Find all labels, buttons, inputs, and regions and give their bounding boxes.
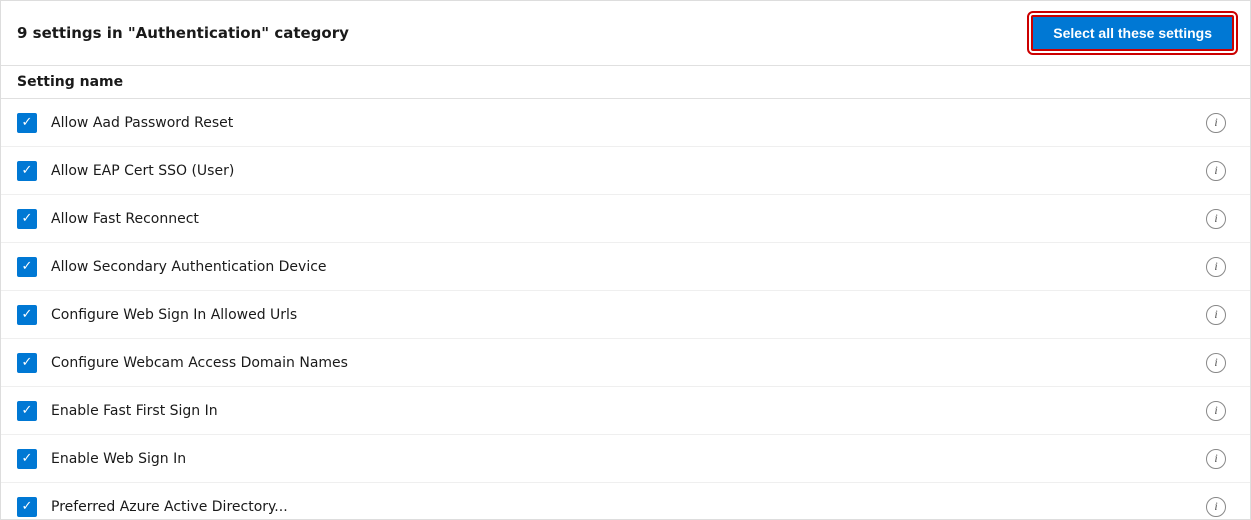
list-item: Configure Webcam Access Domain Names bbox=[1, 339, 1250, 387]
info-icon[interactable] bbox=[1206, 113, 1226, 133]
list-item: Enable Web Sign In bbox=[1, 435, 1250, 483]
list-item: Enable Fast First Sign In bbox=[1, 387, 1250, 435]
settings-list[interactable]: Allow Aad Password Reset Allow EAP Cert S… bbox=[1, 99, 1250, 519]
info-icon[interactable] bbox=[1206, 449, 1226, 469]
setting-checkbox[interactable] bbox=[17, 497, 37, 517]
setting-checkbox[interactable] bbox=[17, 305, 37, 325]
setting-checkbox[interactable] bbox=[17, 353, 37, 373]
list-item: Allow Secondary Authentication Device bbox=[1, 243, 1250, 291]
setting-label: Preferred Azure Active Directory... bbox=[51, 499, 1206, 515]
info-icon[interactable] bbox=[1206, 257, 1226, 277]
column-header: Setting name bbox=[1, 66, 1250, 99]
setting-checkbox[interactable] bbox=[17, 161, 37, 181]
list-item: Configure Web Sign In Allowed Urls bbox=[1, 291, 1250, 339]
setting-label: Allow Fast Reconnect bbox=[51, 211, 1206, 227]
setting-label: Configure Webcam Access Domain Names bbox=[51, 355, 1206, 371]
setting-label: Enable Web Sign In bbox=[51, 451, 1206, 467]
setting-checkbox[interactable] bbox=[17, 257, 37, 277]
setting-checkbox[interactable] bbox=[17, 449, 37, 469]
info-icon[interactable] bbox=[1206, 353, 1226, 373]
setting-label: Configure Web Sign In Allowed Urls bbox=[51, 307, 1206, 323]
main-container: 9 settings in "Authentication" category … bbox=[0, 0, 1251, 520]
header-row: 9 settings in "Authentication" category … bbox=[1, 1, 1250, 66]
list-item: Allow Fast Reconnect bbox=[1, 195, 1250, 243]
setting-label: Enable Fast First Sign In bbox=[51, 403, 1206, 419]
info-icon[interactable] bbox=[1206, 209, 1226, 229]
list-item: Preferred Azure Active Directory... bbox=[1, 483, 1250, 519]
setting-checkbox[interactable] bbox=[17, 401, 37, 421]
info-icon[interactable] bbox=[1206, 497, 1226, 517]
info-icon[interactable] bbox=[1206, 305, 1226, 325]
info-icon[interactable] bbox=[1206, 401, 1226, 421]
category-title: 9 settings in "Authentication" category bbox=[17, 24, 349, 42]
list-item: Allow Aad Password Reset bbox=[1, 99, 1250, 147]
setting-checkbox[interactable] bbox=[17, 113, 37, 133]
select-all-button[interactable]: Select all these settings bbox=[1031, 15, 1234, 51]
setting-label: Allow EAP Cert SSO (User) bbox=[51, 163, 1206, 179]
setting-checkbox[interactable] bbox=[17, 209, 37, 229]
list-item: Allow EAP Cert SSO (User) bbox=[1, 147, 1250, 195]
setting-label: Allow Aad Password Reset bbox=[51, 115, 1206, 131]
setting-label: Allow Secondary Authentication Device bbox=[51, 259, 1206, 275]
info-icon[interactable] bbox=[1206, 161, 1226, 181]
